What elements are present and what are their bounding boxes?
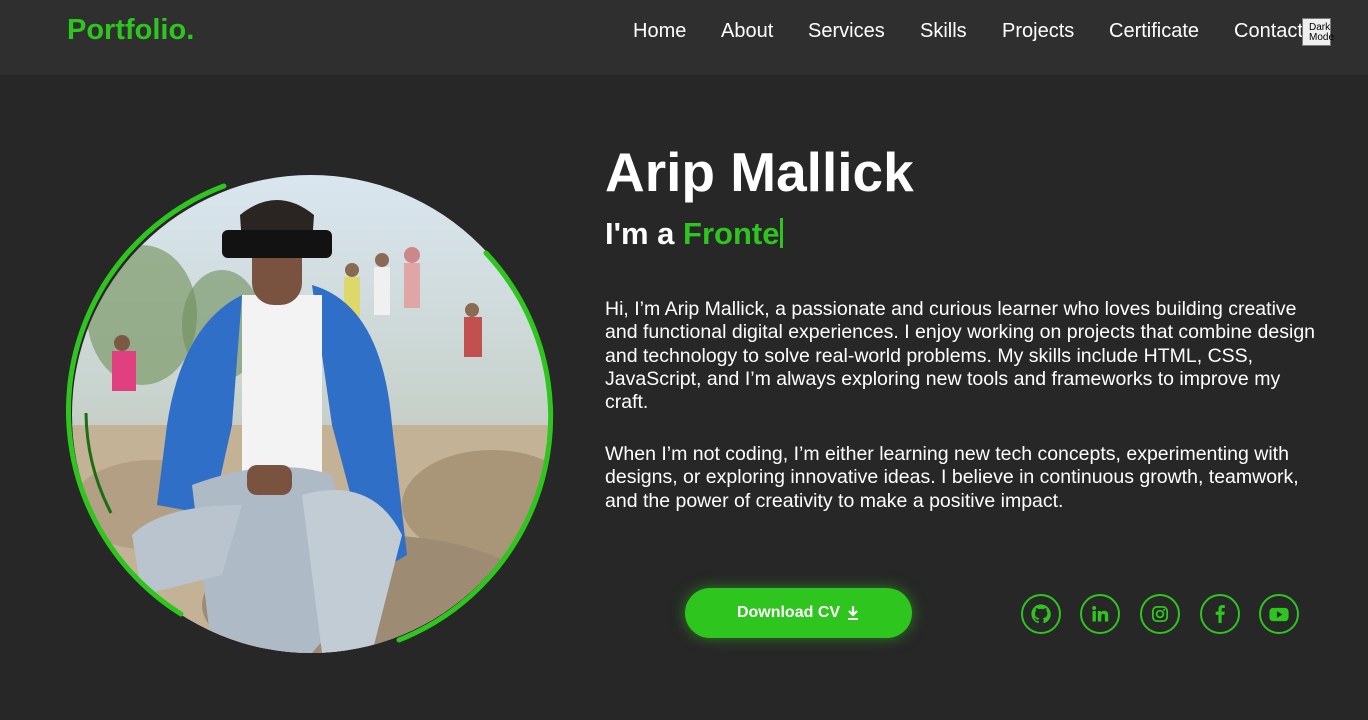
nav-link-services[interactable]: Services [808, 20, 885, 43]
navbar: Portfolio. Home About Services Skills Pr… [0, 0, 1368, 75]
dark-mode-label-line2: Mode [1309, 32, 1335, 43]
hero-role: I'm a Fronte [605, 216, 784, 252]
nav-link-projects[interactable]: Projects [1002, 20, 1074, 43]
download-cv-label: Download CV [736, 604, 841, 621]
github-icon[interactable] [1021, 594, 1061, 634]
download-icon [848, 606, 859, 620]
nav-links: Home About Services Skills Projects Cert… [0, 20, 1368, 50]
youtube-icon[interactable] [1259, 594, 1299, 634]
hero-name: Arip Mallick [605, 141, 914, 203]
linkedin-icon[interactable] [1080, 594, 1120, 634]
facebook-icon[interactable] [1200, 594, 1240, 634]
dark-mode-toggle[interactable]: Dark Mode [1302, 18, 1335, 46]
nav-link-certificate[interactable]: Certificate [1109, 20, 1199, 43]
bio-paragraph-2: When I’m not coding, I’m either learning… [605, 443, 1299, 512]
nav-link-home[interactable]: Home [633, 20, 686, 43]
instagram-icon[interactable] [1140, 594, 1180, 634]
nav-link-skills[interactable]: Skills [920, 20, 967, 43]
bio-paragraph-1: Hi, I’m Arip Mallick, a passionate and c… [605, 298, 1316, 414]
nav-link-about[interactable]: About [721, 20, 773, 43]
hero-role-prefix: I'm a [605, 216, 684, 251]
typing-caret [780, 218, 784, 248]
download-cv-button[interactable]: Download CV [685, 588, 912, 638]
profile-photo-ring [66, 183, 554, 643]
hero-role-typed: Fronte [683, 216, 780, 251]
nav-link-contact[interactable]: Contact [1234, 20, 1303, 43]
